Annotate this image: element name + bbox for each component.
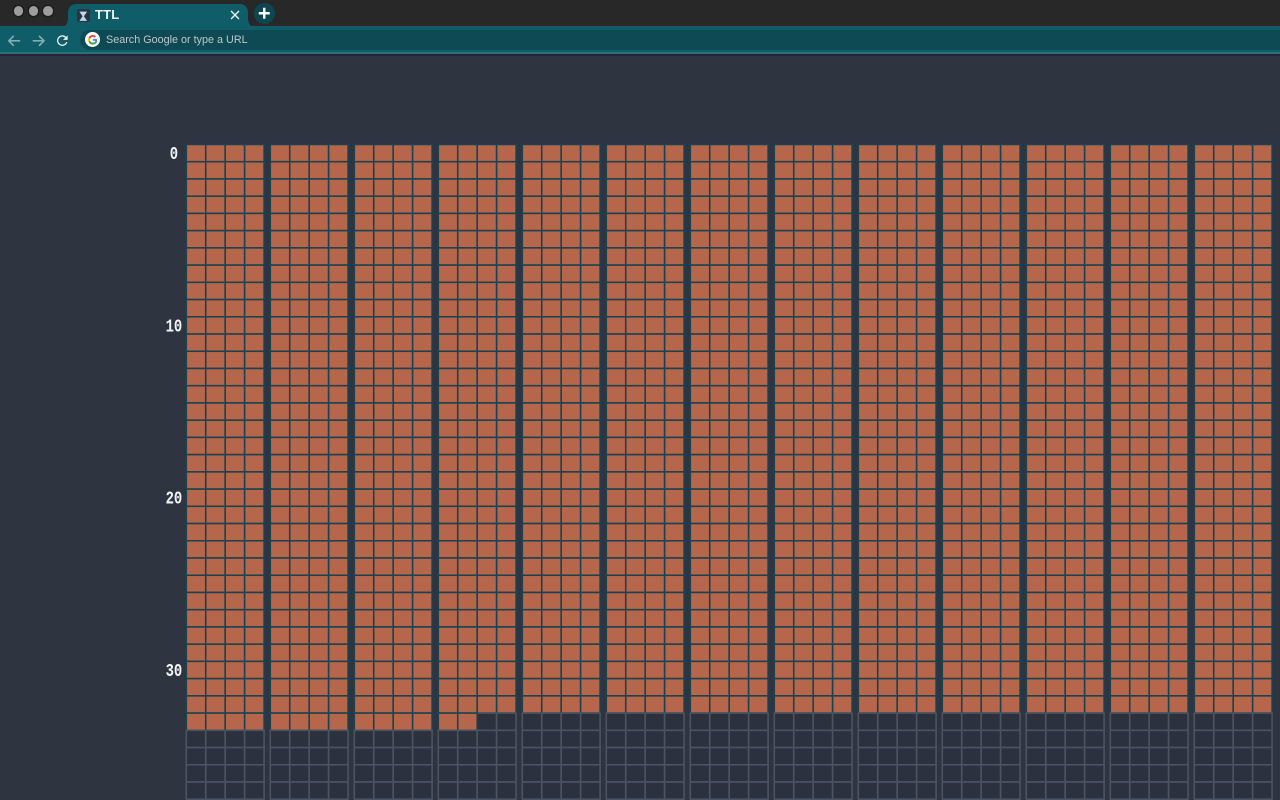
svg-text:30: 30: [166, 660, 183, 681]
svg-text:20: 20: [166, 488, 183, 509]
svg-text:0: 0: [170, 143, 178, 164]
svg-text:10: 10: [166, 315, 183, 336]
